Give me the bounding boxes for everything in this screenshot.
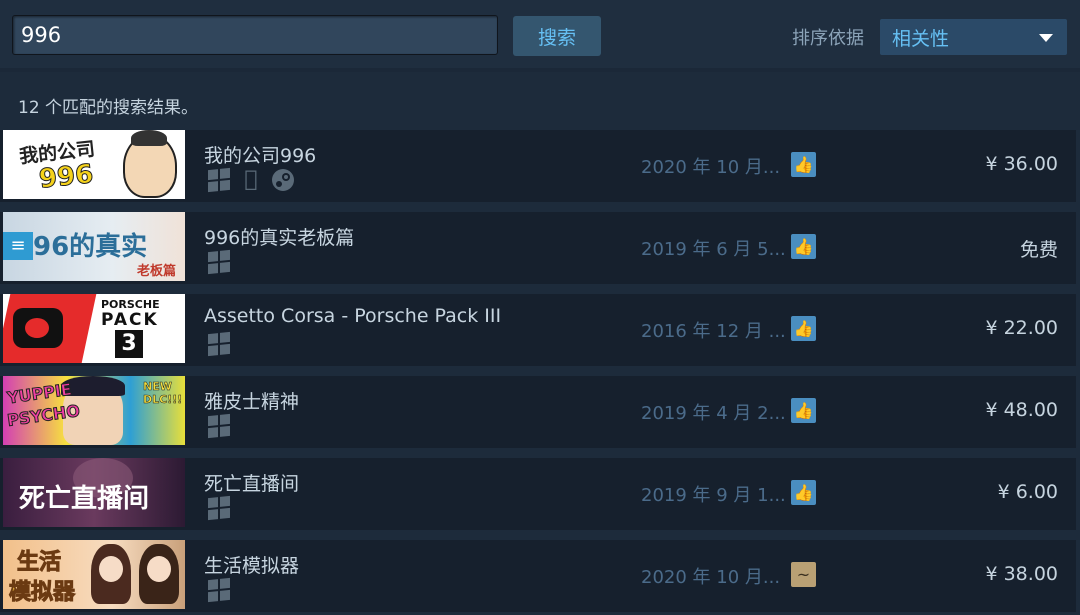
capsule-text: 3 [115, 330, 143, 358]
search-result-row[interactable]: 生活 模拟器 生活模拟器 2020 年 10 月... ~ ¥ 38.00 [0, 540, 1076, 612]
search-bar: 搜索 排序依据 相关性 [0, 0, 1080, 68]
windows-icon [207, 167, 231, 193]
windows-icon [207, 331, 231, 357]
game-title: 雅皮士精神 [204, 391, 300, 413]
thumbs-up-icon: 👍 [791, 480, 816, 505]
platform-icons [207, 331, 231, 357]
platform-icons:  [207, 167, 295, 193]
game-capsule-image: 我的公司 996 [3, 130, 185, 199]
windows-icon [207, 577, 231, 603]
apple-icon:  [239, 168, 263, 192]
price: ¥ 6.00 [997, 481, 1058, 503]
result-count: 12 个匹配的搜索结果。 [18, 98, 199, 118]
thumbs-up-icon: 👍 [791, 152, 816, 177]
capsule-text: 死亡直播间 [19, 484, 150, 514]
release-date: 2019 年 6 月 5... [641, 239, 786, 260]
sort-value: 相关性 [892, 27, 950, 50]
game-title: 我的公司996 [204, 145, 317, 167]
capsule-text: 96的真实 [33, 232, 148, 262]
capsule-text: 生活 [16, 550, 62, 576]
price: ¥ 22.00 [985, 317, 1058, 339]
game-capsule-image: ≡ 96的真实 老板篇 [3, 212, 185, 281]
chevron-down-icon [1039, 34, 1053, 42]
search-result-row[interactable]: 死亡直播间 死亡直播间 2019 年 9 月 1... 👍 ¥ 6.00 [0, 458, 1076, 530]
steam-icon [271, 168, 295, 192]
game-title: 996的真实老板篇 [204, 227, 355, 249]
game-capsule-image: 生活 模拟器 [3, 540, 185, 609]
platform-icons [207, 495, 231, 521]
game-title: 生活模拟器 [204, 555, 300, 577]
platform-icons [207, 249, 231, 275]
mixed-review-icon: ~ [791, 562, 816, 587]
price: ¥ 36.00 [985, 153, 1058, 175]
search-result-row[interactable]: PORSCHE PACK 3 Assetto Corsa - Porsche P… [0, 294, 1076, 366]
capsule-text: NEW DLC!!! [143, 380, 183, 407]
release-date: 2019 年 4 月 2... [641, 403, 786, 424]
thumbs-up-icon: 👍 [791, 234, 816, 259]
platform-icons [207, 577, 231, 603]
release-date: 2019 年 9 月 1... [641, 485, 786, 506]
sort-label: 排序依据 [792, 28, 864, 49]
windows-icon [207, 495, 231, 521]
release-date: 2016 年 12 月 ... [641, 321, 786, 342]
windows-icon [207, 249, 231, 275]
capsule-text: 996 [37, 159, 95, 196]
search-button[interactable]: 搜索 [513, 16, 601, 56]
capsule-text: PACK [101, 310, 159, 330]
game-title: 死亡直播间 [204, 473, 300, 495]
results-panel: 12 个匹配的搜索结果。 我的公司 996 我的公司996  2020 年 1… [0, 72, 1080, 615]
price: ¥ 38.00 [985, 563, 1058, 585]
thumbs-up-icon: 👍 [791, 398, 816, 423]
search-result-row[interactable]: YUPPIE PSYCHO NEW DLC!!! 雅皮士精神 2019 年 4 … [0, 376, 1076, 448]
capsule-text: 老板篇 [137, 264, 177, 279]
windows-icon [207, 413, 231, 439]
game-capsule-image: YUPPIE PSYCHO NEW DLC!!! [3, 376, 185, 445]
thumbs-up-icon: 👍 [791, 316, 816, 341]
price: 免费 [1019, 239, 1058, 261]
release-date: 2020 年 10 月... [641, 157, 781, 178]
game-capsule-image: PORSCHE PACK 3 [3, 294, 185, 363]
game-title: Assetto Corsa - Porsche Pack III [204, 305, 502, 327]
capsule-text: 模拟器 [8, 580, 76, 606]
search-input[interactable] [12, 15, 498, 55]
platform-icons [207, 413, 231, 439]
price: ¥ 48.00 [985, 399, 1058, 421]
search-result-row[interactable]: 我的公司 996 我的公司996  2020 年 10 月... 👍 ¥ 36… [0, 130, 1076, 202]
release-date: 2020 年 10 月... [641, 567, 781, 588]
menu-icon: ≡ [3, 232, 33, 260]
search-result-row[interactable]: ≡ 96的真实 老板篇 996的真实老板篇 2019 年 6 月 5... 👍 … [0, 212, 1076, 284]
sort-dropdown[interactable]: 相关性 [880, 19, 1067, 55]
game-capsule-image: 死亡直播间 [3, 458, 185, 527]
